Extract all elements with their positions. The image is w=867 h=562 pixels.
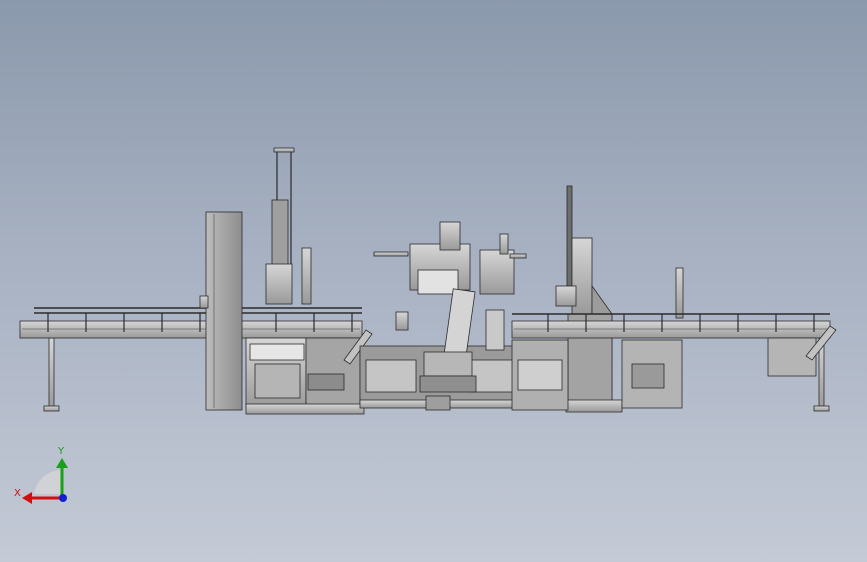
z-axis-dot-icon: [59, 494, 67, 502]
center-robot-cell: [359, 221, 527, 411]
left-cabinet: [199, 211, 243, 411]
left-mast: [265, 147, 312, 305]
right-upper-machine: [511, 185, 623, 413]
cad-viewport[interactable]: Y X: [0, 0, 867, 562]
coordinate-triad: Y X: [14, 446, 68, 504]
left-conveyor: [19, 307, 363, 339]
packaging-line-model[interactable]: Y X: [0, 0, 867, 562]
x-axis-label: X: [14, 488, 21, 499]
left-base-machine: [245, 329, 373, 415]
y-axis-label: Y: [57, 446, 65, 457]
triad-plane-icon: [34, 469, 62, 494]
